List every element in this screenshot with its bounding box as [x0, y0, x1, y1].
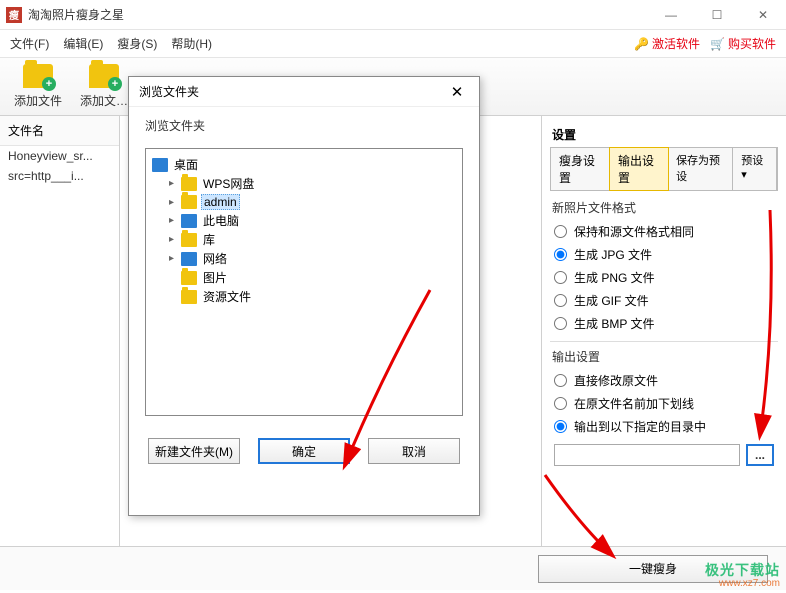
settings-tabs: 瘦身设置 输出设置 保存为预设 预设 ▾ — [550, 147, 778, 191]
tab-save-preset[interactable]: 保存为预设 — [668, 148, 733, 190]
key-icon: 🔑 — [634, 37, 649, 51]
expand-icon[interactable] — [166, 291, 177, 302]
browse-folder-dialog: 浏览文件夹 ✕ 浏览文件夹 桌面 ▸WPS网盘▸admin▸此电脑▸库▸网络图片… — [128, 76, 480, 516]
browse-button[interactable]: ... — [746, 444, 774, 466]
watermark: 极光下载站 www.xz7.com — [705, 563, 780, 591]
activate-label: 激活软件 — [652, 35, 700, 52]
menu-edit[interactable]: 编辑(E) — [63, 35, 103, 52]
monitor-icon — [181, 214, 197, 228]
format-jpg-radio[interactable] — [554, 248, 567, 261]
window-title: 淘淘照片瘦身之星 — [28, 6, 648, 23]
add-file-label: 添加文件 — [14, 92, 62, 109]
minimize-button[interactable]: — — [648, 0, 694, 30]
tree-root[interactable]: 桌面 — [150, 155, 458, 174]
menu-help[interactable]: 帮助(H) — [171, 35, 212, 52]
format-jpg-row[interactable]: 生成 JPG 文件 — [550, 243, 778, 266]
format-same-row[interactable]: 保持和源文件格式相同 — [550, 220, 778, 243]
watermark-line1: 极光下载站 — [705, 563, 780, 577]
watermark-line2: www.xz7.com — [705, 577, 780, 591]
output-overwrite-radio[interactable] — [554, 374, 567, 387]
dialog-title: 浏览文件夹 — [139, 83, 445, 100]
expand-icon[interactable]: ▸ — [166, 234, 177, 245]
output-todir-row[interactable]: 输出到以下指定的目录中 — [550, 415, 778, 438]
expand-icon[interactable]: ▸ — [166, 215, 177, 226]
buy-link[interactable]: 🛒 购买软件 — [710, 35, 776, 52]
format-gif-radio[interactable] — [554, 294, 567, 307]
format-png-row[interactable]: 生成 PNG 文件 — [550, 266, 778, 289]
tree-item[interactable]: 资源文件 — [164, 287, 458, 306]
format-gif-row[interactable]: 生成 GIF 文件 — [550, 289, 778, 312]
file-list-header[interactable]: 文件名 — [0, 116, 119, 146]
output-group-label: 输出设置 — [552, 348, 778, 365]
output-todir-radio[interactable] — [554, 420, 567, 433]
tree-item-label: 资源文件 — [201, 288, 253, 305]
expand-icon[interactable] — [166, 272, 177, 283]
app-icon: 瘦 — [6, 7, 22, 23]
run-label: 一键瘦身 — [629, 560, 677, 577]
dialog-subtitle: 浏览文件夹 — [129, 107, 479, 140]
tree-item-label: 网络 — [201, 250, 229, 267]
cancel-button[interactable]: 取消 — [368, 438, 460, 464]
file-item[interactable]: src=http___i... — [0, 166, 119, 186]
expand-icon[interactable]: ▸ — [166, 197, 177, 208]
tree-item-label: 图片 — [201, 269, 229, 286]
format-bmp-row[interactable]: 生成 BMP 文件 — [550, 312, 778, 335]
menu-file[interactable]: 文件(F) — [10, 35, 49, 52]
new-folder-button[interactable]: 新建文件夹(M) — [148, 438, 240, 464]
monitor-icon — [181, 252, 197, 266]
format-same-radio[interactable] — [554, 225, 567, 238]
tree-item-label: 此电脑 — [201, 212, 241, 229]
close-button[interactable]: ✕ — [740, 0, 786, 30]
tree-item[interactable]: ▸ 此电脑 — [164, 211, 458, 230]
tab-slim[interactable]: 瘦身设置 — [551, 148, 610, 190]
tree-item[interactable]: 图片 — [164, 268, 458, 287]
expand-icon[interactable]: ▸ — [166, 178, 177, 189]
folder-icon — [181, 233, 197, 247]
folder-icon — [181, 271, 197, 285]
tab-output[interactable]: 输出设置 — [609, 147, 669, 191]
add-folder-button[interactable]: + 添加文… — [74, 61, 134, 113]
expand-icon[interactable]: ▸ — [166, 253, 177, 264]
tree-item-label: WPS网盘 — [201, 175, 256, 192]
add-file-button[interactable]: + 添加文件 — [8, 61, 68, 113]
tree-item[interactable]: ▸ admin — [164, 193, 458, 211]
tab-preset[interactable]: 预设 ▾ — [733, 148, 777, 190]
folder-icon — [181, 290, 197, 304]
output-path-input[interactable] — [554, 444, 740, 466]
desktop-icon — [152, 158, 168, 172]
buy-label: 购买软件 — [728, 35, 776, 52]
file-item[interactable]: Honeyview_sr... — [0, 146, 119, 166]
tree-item-label: 库 — [201, 231, 217, 248]
output-underscore-row[interactable]: 在原文件名前加下划线 — [550, 392, 778, 415]
folder-tree[interactable]: 桌面 ▸WPS网盘▸admin▸此电脑▸库▸网络图片资源文件 — [145, 148, 463, 416]
folder-icon — [181, 177, 197, 191]
tree-item[interactable]: ▸ WPS网盘 — [164, 174, 458, 193]
maximize-button[interactable]: ☐ — [694, 0, 740, 30]
format-png-radio[interactable] — [554, 271, 567, 284]
format-group-label: 新照片文件格式 — [552, 199, 778, 216]
settings-title: 设置 — [550, 122, 778, 147]
activate-link[interactable]: 🔑 激活软件 — [634, 35, 700, 52]
tree-item[interactable]: ▸库 — [164, 230, 458, 249]
format-bmp-radio[interactable] — [554, 317, 567, 330]
dialog-close-button[interactable]: ✕ — [445, 80, 469, 104]
tree-item[interactable]: ▸ 网络 — [164, 249, 458, 268]
output-overwrite-row[interactable]: 直接修改原文件 — [550, 369, 778, 392]
ok-button[interactable]: 确定 — [258, 438, 350, 464]
tree-item-label: admin — [201, 194, 240, 210]
menu-slim[interactable]: 瘦身(S) — [117, 35, 157, 52]
add-folder-label: 添加文… — [80, 92, 128, 109]
file-list-panel: 文件名 Honeyview_sr... src=http___i... — [0, 116, 120, 546]
output-underscore-radio[interactable] — [554, 397, 567, 410]
cart-icon: 🛒 — [710, 37, 725, 51]
folder-icon — [181, 195, 197, 209]
